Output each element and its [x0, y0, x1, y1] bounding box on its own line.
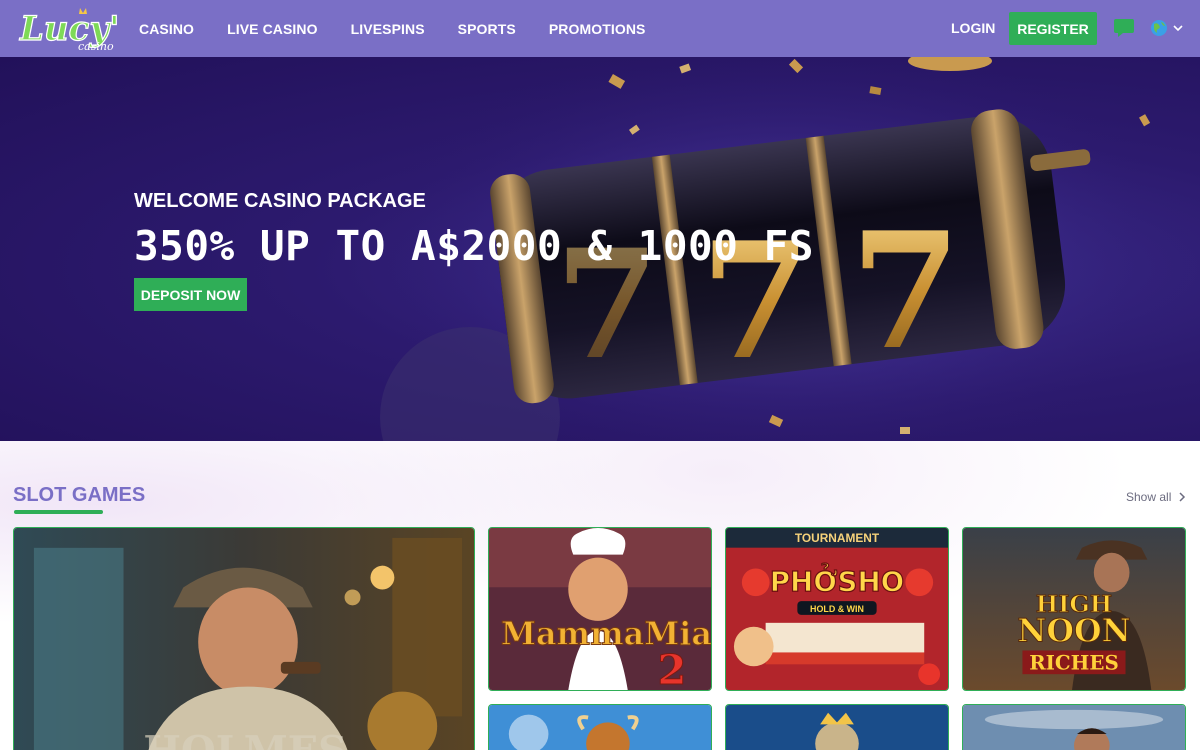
hold-and-win-label: HOLD & WIN — [810, 604, 864, 614]
game-tile-6[interactable] — [725, 704, 949, 750]
show-all-link[interactable]: Show all — [1126, 490, 1187, 504]
chevron-down-icon — [1173, 25, 1183, 32]
mamma-mia-number: 2 — [657, 645, 686, 690]
game-tile-mamma-mia-2[interactable]: MammaMia! 2 — [488, 527, 712, 691]
nav-promotions[interactable]: PROMOTIONS — [549, 21, 646, 37]
high-noon-line-2: NOON — [1017, 613, 1130, 650]
nav-casino[interactable]: CASINO — [139, 21, 194, 37]
game-tile-7[interactable] — [962, 704, 1186, 750]
pho-sho-wordmark: PHỞSHO — [770, 560, 905, 598]
tournament-badge: TOURNAMENT — [795, 531, 880, 545]
high-noon-line-3: RICHES — [1029, 650, 1119, 674]
hero-title: 350% UP TO A$2000 & 1000 FS — [134, 222, 814, 270]
section-title: SLOT GAMES — [13, 484, 146, 506]
register-button[interactable]: REGISTER — [1009, 12, 1097, 45]
globe-icon — [1151, 20, 1167, 36]
holmes-wordmark: HOLMES — [143, 728, 346, 750]
deposit-now-button[interactable]: DEPOSIT NOW — [134, 278, 247, 311]
game-tile-high-noon-riches[interactable]: HIGH NOON RICHES — [962, 527, 1186, 691]
nav-sports[interactable]: SPORTS — [458, 21, 516, 37]
nav-live-casino[interactable]: LIVE CASINO — [227, 21, 318, 37]
top-navigation-bar: Lucy's casino CASINO LIVE CASINO LIVESPI… — [0, 0, 1200, 57]
welcome-banner: 7 7 7 WELCOME CASINO PACKAGE 350% UP TO … — [0, 57, 1200, 441]
game-tile-pho-sho[interactable]: TOURNAMENT PHỞSHO HOLD & WIN — [725, 527, 949, 691]
chat-icon[interactable] — [1113, 18, 1135, 38]
language-selector[interactable] — [1150, 18, 1186, 38]
chevron-right-icon — [1179, 492, 1186, 502]
lucys-casino-logo[interactable]: Lucy's casino — [18, 4, 139, 54]
game-tile-5[interactable] — [488, 704, 712, 750]
show-all-label: Show all — [1126, 490, 1172, 504]
game-tile-holmes[interactable]: HOLMES — [13, 527, 475, 750]
main-nav: CASINO LIVE CASINO LIVESPINS SPORTS PROM… — [139, 0, 679, 57]
svg-text:casino: casino — [78, 40, 114, 53]
nav-livespins[interactable]: LIVESPINS — [351, 21, 425, 37]
hero-subtitle: WELCOME CASINO PACKAGE — [134, 190, 426, 212]
reel-seven-3: 7 — [850, 197, 961, 385]
section-title-underline — [14, 510, 103, 514]
login-button[interactable]: LOGIN — [951, 20, 995, 36]
